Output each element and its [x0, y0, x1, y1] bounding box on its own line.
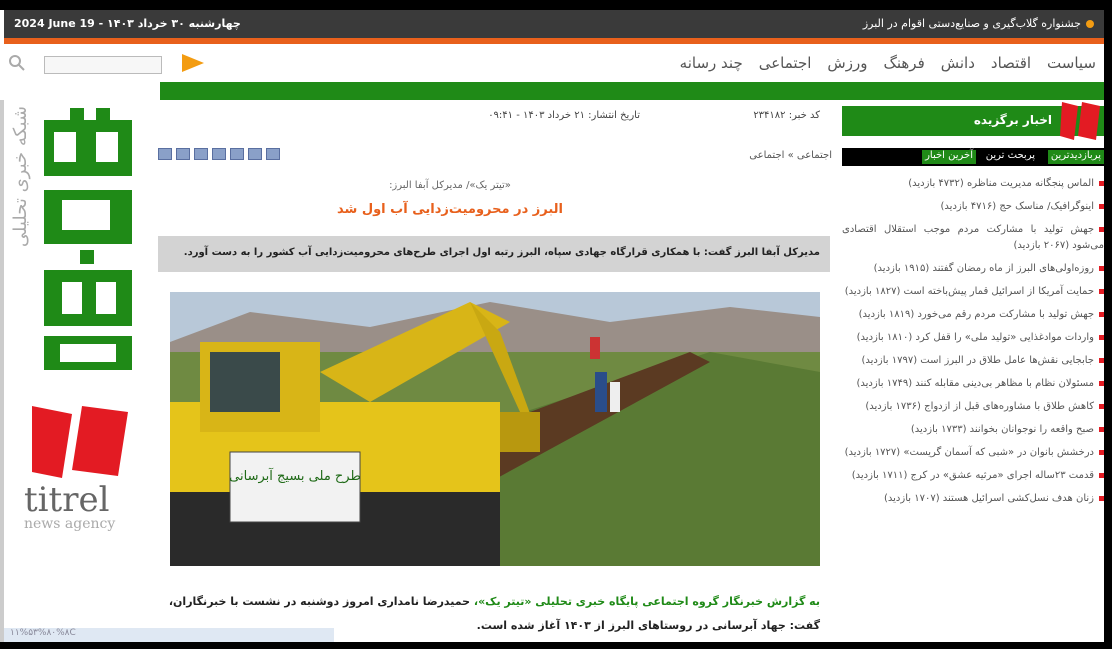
right-border [1104, 10, 1112, 649]
save-icon[interactable] [194, 148, 208, 160]
search-icon[interactable] [8, 54, 26, 72]
news-code: کد خبر: ۲۳۴۱۸۲ [753, 110, 820, 121]
article-headline: البرز در محرومیت‌زدایی آب اول شد [337, 202, 563, 217]
nav-row: سیاست اقتصاد دانش فرهنگ ورزش اجتماعی چند… [4, 44, 1104, 82]
logo-mark [40, 100, 136, 400]
sidebar-tabs: پربازدیدترین پربحث ترین آخرین اخبار [842, 148, 1104, 166]
picks-header: اخبار برگزیده [842, 102, 1104, 140]
tab-most-viewed[interactable]: پربازدیدترین [1047, 150, 1104, 164]
bullet-icon [1086, 20, 1094, 28]
publish-date: تاریخ انتشار: ۲۱ خرداد ۱۴۰۳ - ۰۹:۴۱ [488, 110, 640, 121]
logo-red-mark [32, 406, 128, 478]
zoom-out-icon[interactable] [212, 148, 226, 160]
font-small-icon[interactable] [230, 148, 244, 160]
side-logo[interactable]: شبکه خبری تحلیلی titrel news agency [6, 100, 136, 540]
tab-latest-news[interactable]: آخرین اخبار [922, 150, 976, 164]
list-item[interactable]: الماس پنجگانه مدیریت مناظره (۴۷۳۲ بازدید… [842, 176, 1104, 192]
list-item[interactable]: مسئولان نظام با مظاهر بی‌دینی مقابله کنن… [842, 376, 1104, 392]
article-photo: طرح ملی بسیج آبرسانی [170, 292, 820, 566]
left-edge [0, 100, 4, 649]
menu-item-social[interactable]: اجتماعی [759, 54, 812, 72]
logo-vertical-text: شبکه خبری تحلیلی [10, 106, 31, 248]
breadcrumb[interactable]: اجتماعی » اجتماعی [749, 150, 832, 161]
logo-brand: titrel [24, 480, 110, 520]
article-tools [158, 148, 280, 160]
print-icon[interactable] [158, 148, 172, 160]
list-item[interactable]: روزه‌اولی‌های البرز از ماه رمضان گفتند (… [842, 261, 1104, 277]
list-item[interactable]: حمایت آمریکا از اسرائیل قمار پیش‌باخته ا… [842, 284, 1104, 300]
list-item[interactable]: جابجایی نقش‌ها عامل طلاق در البرز است (۱… [842, 353, 1104, 369]
menu-item-economy[interactable]: اقتصاد [991, 54, 1031, 72]
article-lead: مدیرکل آبفا البرز گفت: با همکاری قرارگاه… [158, 236, 830, 272]
page: 2024 June 19 - ۱۴۰۳ چهارشنبه ۳۰ خرداد جش… [0, 0, 1112, 649]
top-bar: 2024 June 19 - ۱۴۰۳ چهارشنبه ۳۰ خرداد جش… [4, 10, 1104, 38]
menu-item-multimedia[interactable]: چند رسانه [680, 54, 743, 72]
list-item[interactable]: اینوگرافیک/ مناسک حج (۴۷۱۶ بازدید) [842, 199, 1104, 215]
email-icon[interactable] [176, 148, 190, 160]
article-meta: کد خبر: ۲۳۴۱۸۲ تاریخ انتشار: ۲۱ خرداد ۱۴… [160, 108, 830, 126]
picks-title: اخبار برگزیده [973, 113, 1052, 127]
photo-sign-text: طرح ملی بسیج آبرسانی [229, 467, 361, 484]
list-item[interactable]: جهش تولید با مشارکت مردم موجب استقلال اق… [842, 222, 1104, 254]
search-go-arrow-icon[interactable] [182, 54, 204, 72]
body-source-link[interactable]: به گزارش خبرنگار گروه اجتماعی پایگاه خبر… [474, 595, 820, 608]
list-item[interactable]: قدمت ۲۳ساله اجرای «مرثیه عشق» در کرج (۱۷… [842, 468, 1104, 484]
menu-item-sports[interactable]: ورزش [827, 54, 867, 72]
list-item[interactable]: درخشش بانوان در «شبی که آسمان گریست» (۱۷… [842, 445, 1104, 461]
bottom-border [0, 642, 1112, 649]
sidebar-list: الماس پنجگانه مدیریت مناظره (۴۷۳۲ بازدید… [842, 176, 1104, 514]
main-menu: سیاست اقتصاد دانش فرهنگ ورزش اجتماعی چند… [680, 54, 1096, 72]
list-item[interactable]: صبح واقعه را نوجوانان بخوانند (۱۷۳۳ بازد… [842, 422, 1104, 438]
font-large-icon[interactable] [248, 148, 262, 160]
menu-item-politics[interactable]: سیاست [1047, 54, 1096, 72]
search-input[interactable] [44, 56, 162, 74]
list-item[interactable]: کاهش طلاق با مشاوره‌های قبل از ازدواج (۱… [842, 399, 1104, 415]
ticker-headline[interactable]: جشنواره گلاب‌گیری و صنایع‌دستی اقوام در … [863, 17, 1094, 30]
status-url-bar: ۱۱%۵۳%۸۰%۸C [4, 628, 334, 642]
list-item[interactable]: واردات موادغذایی «تولید ملی» را قفل کرد … [842, 330, 1104, 346]
article-supertitle: «تیتر یک»/ مدیرکل آبفا البرز: [389, 180, 511, 191]
list-item[interactable]: جهش تولید با مشارکت مردم رقم می‌خورد (۱۸… [842, 307, 1104, 323]
menu-item-science[interactable]: دانش [941, 54, 975, 72]
green-bar [160, 82, 1104, 100]
list-item[interactable]: زنان هدف نسل‌کشی اسرائیل هستند (۱۷۰۷ باز… [842, 491, 1104, 507]
picks-logo-icon [1060, 102, 1100, 140]
top-border [0, 0, 1112, 10]
logo-agency: news agency [24, 516, 116, 532]
zoom-in-icon[interactable] [266, 148, 280, 160]
menu-item-culture[interactable]: فرهنگ [883, 54, 924, 72]
tab-most-discussed[interactable]: پربحث ترین [983, 150, 1038, 161]
date-label: 2024 June 19 - ۱۴۰۳ چهارشنبه ۳۰ خرداد [14, 17, 241, 30]
